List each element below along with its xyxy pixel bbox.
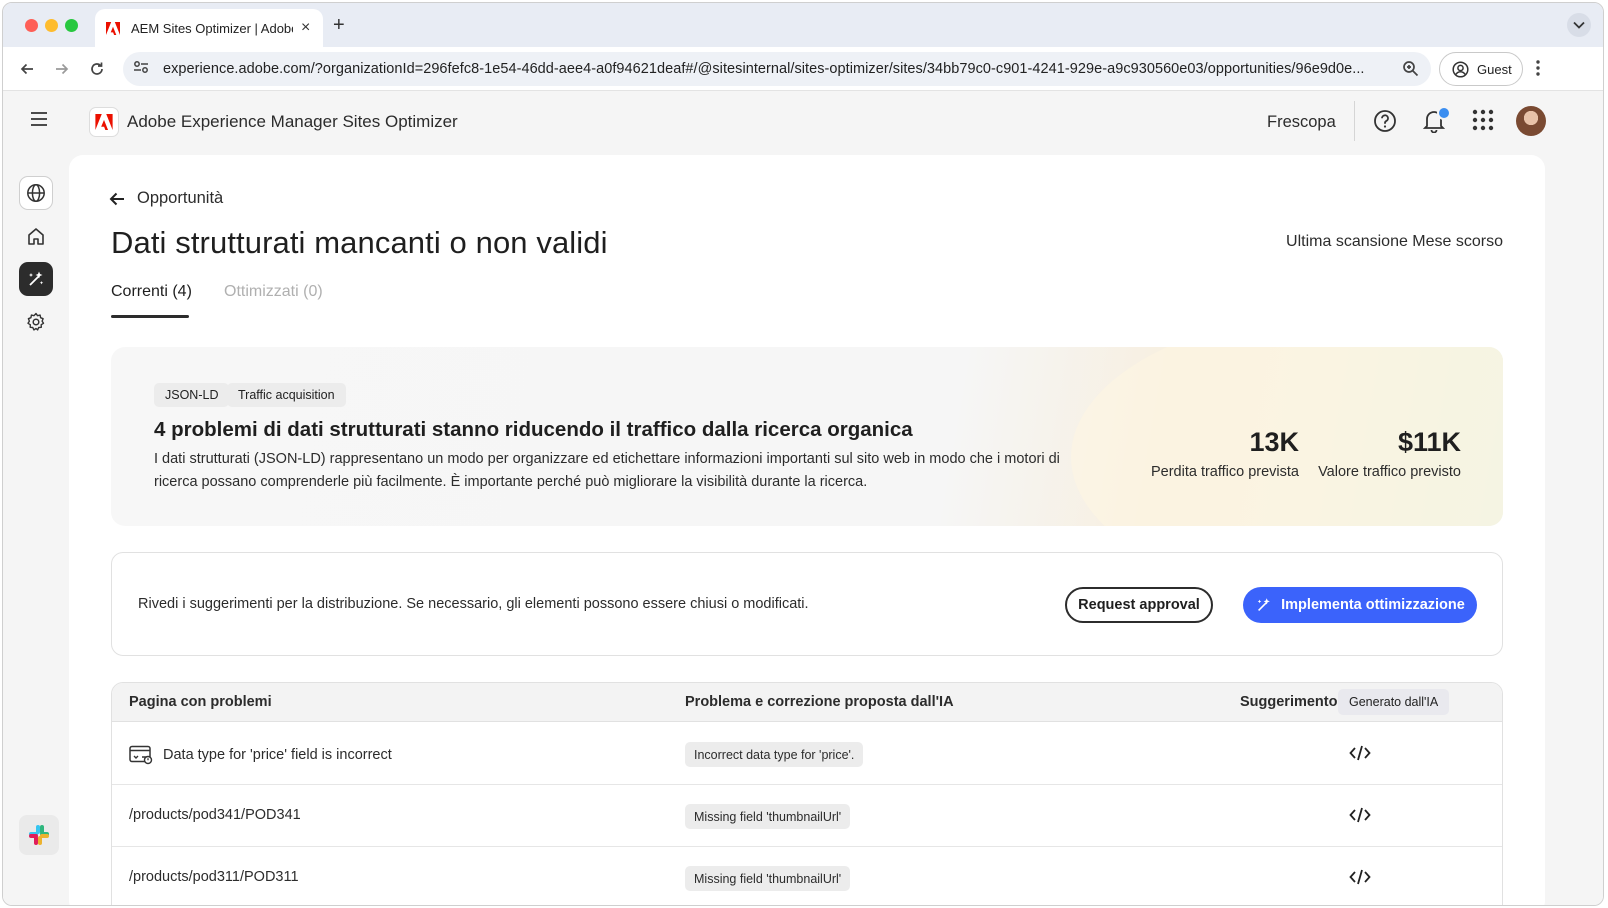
- code-icon[interactable]: [1349, 868, 1371, 891]
- kebab-icon[interactable]: [1535, 59, 1541, 82]
- table-row[interactable]: Data type for 'price' field is incorrect…: [112, 723, 1502, 785]
- main-content: Opportunità Dati strutturati mancanti o …: [69, 155, 1545, 905]
- browser-window: AEM Sites Optimizer | Adobe Experience M…: [2, 2, 1604, 906]
- new-tab-button[interactable]: +: [333, 14, 345, 37]
- badge-traffic-acquisition: Traffic acquisition: [227, 383, 346, 407]
- ai-generated-badge: Generato dall'IA: [1338, 689, 1450, 715]
- app-title: Adobe Experience Manager Sites Optimizer: [127, 112, 458, 131]
- back-arrow-icon[interactable]: [17, 59, 37, 79]
- code-icon[interactable]: [1349, 744, 1371, 767]
- hamburger-icon[interactable]: [29, 111, 49, 132]
- profile-button[interactable]: Guest: [1439, 52, 1523, 86]
- page-title: Dati strutturati mancanti o non validi: [111, 225, 608, 260]
- metric-traffic-loss: 13K Perdita traffico prevista: [1151, 427, 1299, 480]
- home-icon[interactable]: [19, 219, 53, 253]
- adobe-logo-icon[interactable]: [89, 107, 119, 137]
- help-icon[interactable]: [1373, 109, 1397, 138]
- header-divider: [1354, 101, 1355, 141]
- org-switcher[interactable]: Frescopa: [1267, 113, 1336, 132]
- tab-search-button[interactable]: [1567, 13, 1591, 37]
- browser-toolbar: experience.adobe.com/?organizationId=296…: [3, 47, 1603, 91]
- close-tab-icon[interactable]: ×: [301, 19, 310, 37]
- request-approval-button[interactable]: Request approval: [1065, 587, 1213, 623]
- apps-grid-icon[interactable]: [1472, 109, 1494, 136]
- column-header-issue: Problema e correzione proposta dall'IA: [685, 694, 954, 710]
- deploy-button-label: Implementa ottimizzazione: [1281, 597, 1465, 613]
- forward-arrow-icon[interactable]: [52, 59, 72, 79]
- app-shell: Adobe Experience Manager Sites Optimizer…: [3, 91, 1603, 905]
- browser-tab[interactable]: AEM Sites Optimizer | Adobe Experience M…: [95, 9, 323, 47]
- reload-icon[interactable]: [87, 59, 107, 79]
- zoom-icon[interactable]: [1402, 60, 1419, 82]
- notification-badge: [1437, 106, 1451, 120]
- back-link-label: Opportunità: [137, 189, 224, 207]
- slack-icon[interactable]: [19, 815, 59, 855]
- deploy-optimization-button[interactable]: Implementa ottimizzazione: [1243, 587, 1477, 623]
- maximize-window-button[interactable]: [65, 19, 78, 32]
- code-icon[interactable]: [1349, 806, 1371, 829]
- profile-icon: [1452, 60, 1469, 78]
- column-header-page: Pagina con problemi: [129, 694, 272, 710]
- summary-title: 4 problemi di dati strutturati stanno ri…: [154, 418, 913, 441]
- column-header-suggestion: Suggerimento: [1240, 694, 1338, 710]
- badge-json-ld: JSON-LD: [154, 383, 230, 407]
- active-tab-indicator: [111, 315, 189, 318]
- metric-label: Perdita traffico prevista: [1150, 464, 1299, 480]
- back-link[interactable]: Opportunità: [109, 189, 223, 208]
- metric-traffic-value: $11K Valore traffico previsto: [1318, 427, 1461, 480]
- settings-icon[interactable]: [19, 305, 53, 339]
- tab-optimized[interactable]: Ottimizzati (0): [224, 283, 323, 301]
- profile-label: Guest: [1477, 61, 1512, 77]
- tab-current[interactable]: Correnti (4): [111, 283, 192, 301]
- globe-icon[interactable]: [19, 176, 53, 210]
- issues-table: Pagina con problemi Problema e correzion…: [111, 682, 1503, 905]
- row-issue-chip: Incorrect data type for 'price'.: [685, 742, 864, 767]
- chevron-down-icon: [1573, 21, 1585, 29]
- metric-value: 13K: [1249, 427, 1299, 457]
- row-page: /products/pod341/POD341: [129, 807, 301, 823]
- sparkle-icon: [1257, 598, 1270, 611]
- table-header: Pagina con problemi Problema e correzion…: [112, 683, 1502, 722]
- tab-title: AEM Sites Optimizer | Adobe Experience M…: [131, 20, 293, 36]
- site-settings-icon[interactable]: [133, 60, 149, 79]
- row-page-text: /products/pod341/POD341: [129, 807, 301, 823]
- summary-description: I dati strutturati (JSON-LD) rappresenta…: [154, 451, 1060, 490]
- tab-bar: AEM Sites Optimizer | Adobe Experience M…: [3, 3, 1603, 47]
- row-page-text: Data type for 'price' field is incorrect: [163, 747, 392, 763]
- avatar[interactable]: [1516, 106, 1546, 136]
- opportunities-icon[interactable]: [19, 262, 53, 296]
- review-instructions: Rivedi i suggerimenti per la distribuzio…: [138, 596, 809, 612]
- minimize-window-button[interactable]: [45, 19, 58, 32]
- metric-label: Valore traffico previsto: [1318, 464, 1461, 480]
- table-row[interactable]: /products/pod311/POD311 Missing field 't…: [112, 847, 1502, 905]
- close-window-button[interactable]: [25, 19, 38, 32]
- row-page-text: /products/pod311/POD311: [129, 869, 299, 885]
- row-issue-chip: Missing field 'thumbnailUrl': [685, 804, 851, 829]
- review-panel: Rivedi i suggerimenti per la distribuzio…: [111, 552, 1503, 656]
- metric-value: $11K: [1397, 427, 1461, 457]
- address-bar[interactable]: experience.adobe.com/?organizationId=296…: [123, 52, 1431, 86]
- last-scan-label: Ultima scansione Mese scorso: [1286, 233, 1503, 250]
- app-header: Adobe Experience Manager Sites Optimizer…: [3, 91, 1603, 153]
- row-page: Data type for 'price' field is incorrect: [129, 745, 392, 765]
- row-issue-chip: Missing field 'thumbnailUrl': [685, 866, 851, 891]
- table-row[interactable]: /products/pod341/POD341 Missing field 't…: [112, 785, 1502, 847]
- back-arrow-icon: [109, 192, 124, 205]
- row-page: /products/pod311/POD311: [129, 869, 299, 885]
- url-text: experience.adobe.com/?organizationId=296…: [163, 61, 1365, 77]
- adobe-logo-icon: [105, 20, 121, 36]
- opportunity-summary-card: JSON-LD Traffic acquisition 4 problemi d…: [111, 347, 1503, 526]
- page-issue-icon: [129, 745, 153, 765]
